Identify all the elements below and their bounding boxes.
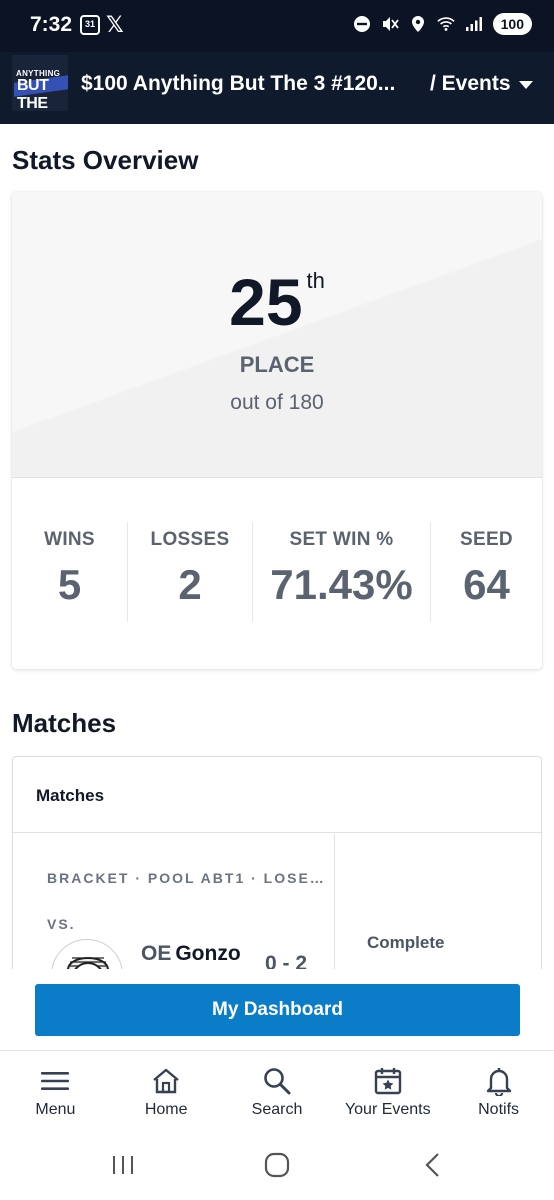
nav-label: Your Events	[344, 1101, 431, 1118]
my-dashboard-button[interactable]: My Dashboard	[35, 984, 520, 1036]
stats-card: 25th PLACE out of 180 WINS 5 LOSSES 2 SE…	[12, 192, 542, 669]
bottom-nav: Menu Home Search Your Events Notifs	[0, 1052, 554, 1132]
battery-indicator: 100	[492, 13, 532, 35]
nav-item-search[interactable]: Search	[222, 1052, 333, 1132]
wifi-icon	[436, 15, 455, 33]
home-nav-icon[interactable]	[262, 1150, 292, 1180]
x-notification-icon: 𝕏	[106, 12, 124, 37]
stats-overview-heading: Stats Overview	[12, 145, 199, 175]
stat-label: WINS	[44, 529, 95, 550]
placement-value: 25	[229, 265, 303, 339]
tournament-title[interactable]: $100 Anything But The 3 #120...	[81, 72, 421, 96]
app-header: ANYTHING BUT THE $100 Anything But The 3…	[0, 52, 554, 124]
back-nav-icon[interactable]	[420, 1150, 446, 1180]
search-icon	[222, 1064, 333, 1098]
status-bar: 7:32 31 𝕏 100	[0, 0, 554, 52]
tournament-logo[interactable]: ANYTHING BUT THE	[12, 55, 68, 111]
placement-panel: 25th PLACE out of 180	[12, 192, 542, 478]
recent-apps-icon[interactable]	[110, 1150, 136, 1180]
vs-label: VS.	[47, 916, 76, 932]
stat-value: 5	[57, 561, 82, 608]
system-nav-bar	[0, 1132, 554, 1200]
status-time: 7:32	[30, 13, 73, 36]
matches-card: Matches BRACKET · POOL ABT1 · LOSERS ROU…	[12, 756, 542, 996]
calendar-star-icon	[332, 1064, 443, 1098]
match-bracket-info: BRACKET · POOL ABT1 · LOSERS ROUND 1	[47, 870, 332, 886]
stat-value: 64	[463, 561, 510, 608]
home-icon	[111, 1064, 222, 1098]
dashboard-bar: My Dashboard	[0, 969, 554, 1051]
placement-number: 25th	[12, 264, 542, 340]
nav-label: Home	[144, 1101, 188, 1118]
stat-set-win-percent: SET WIN % 71.43%	[252, 522, 430, 622]
stat-seed: SEED 64	[430, 522, 542, 622]
opponent-name[interactable]: OE Gonzo	[141, 942, 241, 966]
nav-label: Search	[251, 1101, 303, 1118]
placement-label: PLACE	[239, 352, 315, 377]
matches-card-title: Matches	[13, 757, 541, 833]
menu-icon	[0, 1064, 111, 1098]
opponent-gamertag: Gonzo	[175, 942, 241, 965]
mute-icon	[381, 15, 399, 33]
nav-item-menu[interactable]: Menu	[0, 1052, 111, 1132]
stat-value: 2	[178, 561, 202, 608]
bell-icon	[443, 1064, 554, 1098]
stat-wins: WINS 5	[12, 522, 127, 622]
stat-value: 71.43%	[270, 561, 413, 608]
stats-row: WINS 5 LOSSES 2 SET WIN % 71.43% SEED 64	[12, 522, 542, 622]
nav-label: Menu	[35, 1101, 76, 1118]
caret-down-icon	[518, 81, 533, 89]
events-dropdown-label: / Events	[430, 72, 511, 95]
stat-label: SET WIN %	[289, 529, 394, 550]
stat-label: LOSSES	[150, 529, 230, 550]
logo-text-bottom: BUT THE	[17, 77, 49, 111]
nav-label: Notifs	[478, 1101, 520, 1118]
placement-total: out of 180	[230, 391, 324, 414]
calendar-notification-icon: 31	[80, 15, 100, 35]
stat-label: SEED	[460, 529, 513, 550]
opponent-team-tag: OE	[141, 942, 172, 965]
nav-item-notifs[interactable]: Notifs	[443, 1052, 554, 1132]
nav-item-your-events[interactable]: Your Events	[332, 1052, 443, 1132]
placement-suffix: th	[306, 268, 325, 293]
dnd-icon	[353, 15, 371, 33]
location-icon	[409, 15, 427, 33]
nav-item-home[interactable]: Home	[111, 1052, 222, 1132]
events-dropdown[interactable]: / Events	[430, 72, 533, 96]
matches-heading: Matches	[12, 708, 117, 738]
match-status: Complete	[367, 933, 445, 952]
signal-icon	[465, 15, 483, 33]
stat-losses: LOSSES 2	[127, 522, 252, 622]
